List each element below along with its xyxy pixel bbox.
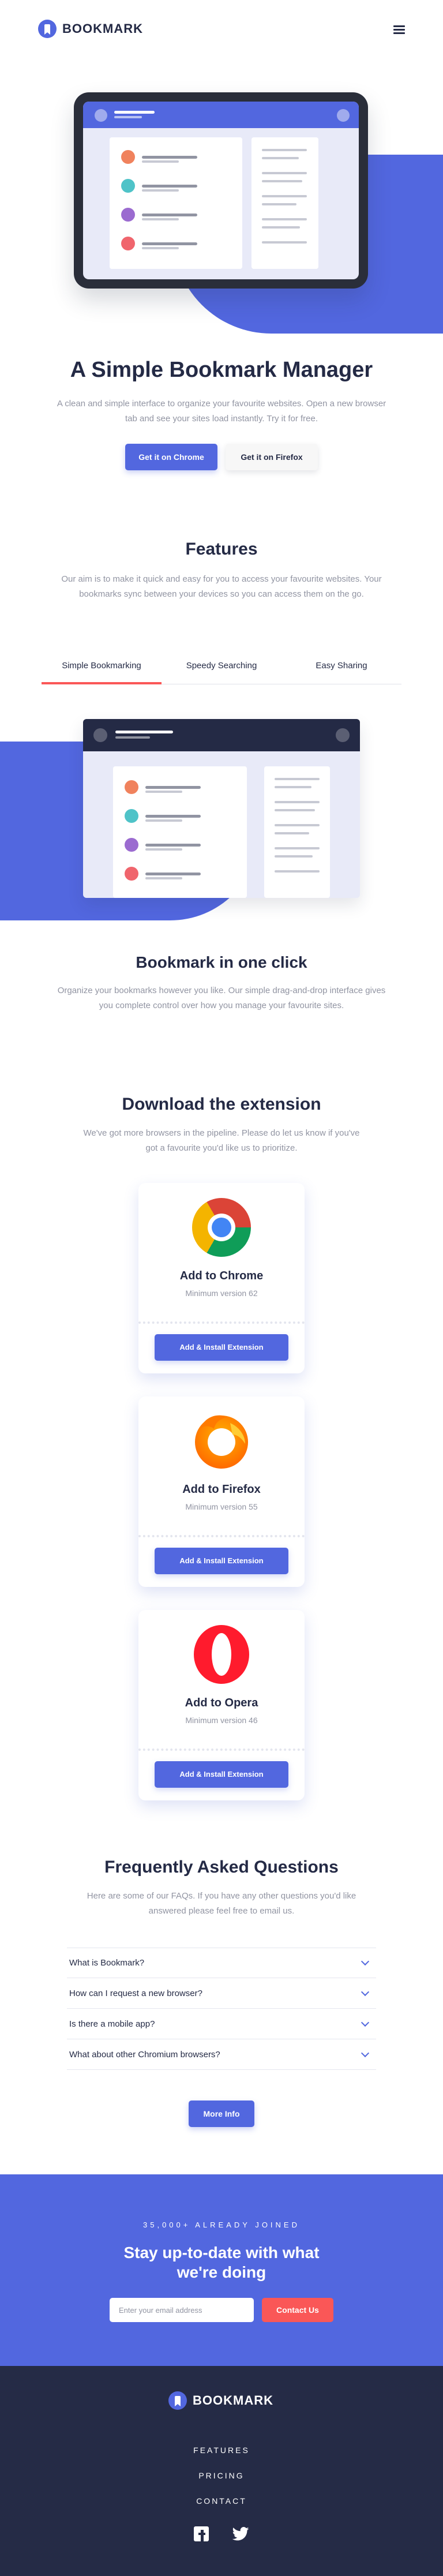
features-subtitle: Our aim is to make it quick and easy for… [61, 574, 382, 599]
bookmark-logo-icon [38, 20, 57, 38]
card-title: Add to Firefox [182, 1483, 261, 1496]
faq-question: How can I request a new browser? [69, 1988, 202, 1998]
contact-us-button[interactable]: Contact Us [262, 2298, 333, 2322]
hero-section: A Simple Bookmark Manager A clean and si… [0, 358, 443, 470]
footer-link-pricing[interactable]: PRICING [0, 2463, 443, 2488]
email-field[interactable] [110, 2298, 254, 2322]
faq-list: What is Bookmark? How can I request a ne… [67, 1948, 376, 2070]
footer-link-features[interactable]: FEATURES [0, 2438, 443, 2463]
faq-item[interactable]: What about other Chromium browsers? [67, 2039, 376, 2070]
get-firefox-button[interactable]: Get it on Firefox [226, 444, 318, 470]
site-footer: BOOKMARK FEATURES PRICING CONTACT [0, 2366, 443, 2576]
contact-form: Contact Us [110, 2298, 333, 2322]
page: BOOKMARK A Simple Bookmark Manager A cle… [0, 0, 443, 2576]
hero-title: A Simple Bookmark Manager [70, 358, 373, 382]
features-tabs: Simple Bookmarking Speedy Searching Easy… [42, 647, 401, 684]
card-version: Minimum version 46 [185, 1716, 258, 1725]
contact-section: 35,000+ ALREADY JOINED Stay up-to-date w… [0, 2174, 443, 2366]
opera-extension-card: Add to Opera Minimum version 46 Add & In… [138, 1610, 305, 1800]
contact-title: Stay up-to-date with what we're doing [123, 2244, 320, 2281]
chevron-down-icon [361, 1957, 370, 1966]
tab-speedy-searching[interactable]: Speedy Searching [162, 647, 281, 684]
chevron-down-icon [361, 2018, 370, 2027]
footer-link-contact[interactable]: CONTACT [0, 2488, 443, 2514]
firefox-icon [195, 1415, 248, 1469]
faq-question: What about other Chromium browsers? [69, 2049, 220, 2060]
hamburger-menu-icon[interactable] [393, 25, 405, 34]
faq-item[interactable]: Is there a mobile app? [67, 2009, 376, 2039]
card-title: Add to Opera [185, 1697, 258, 1709]
footer-brand-name: BOOKMARK [193, 2393, 273, 2407]
faq-item[interactable]: What is Bookmark? [67, 1948, 376, 1978]
hero-subtitle: A clean and simple interface to organize… [57, 399, 386, 424]
features-header: Features Our aim is to make it quick and… [0, 540, 443, 602]
twitter-icon[interactable] [232, 2527, 249, 2541]
download-header: Download the extension We've got more br… [0, 1095, 443, 1156]
header-logo[interactable]: BOOKMARK [38, 20, 143, 38]
card-title: Add to Chrome [179, 1270, 264, 1282]
bookmark-logo-icon [168, 2391, 187, 2410]
faq-header: Frequently Asked Questions Here are some… [0, 1858, 443, 1919]
feature-description: Bookmark in one click Organize your book… [0, 953, 443, 1013]
footer-nav: FEATURES PRICING CONTACT [0, 2438, 443, 2514]
install-chrome-button[interactable]: Add & Install Extension [155, 1334, 288, 1361]
feature-illustration [83, 719, 360, 898]
site-header: BOOKMARK [0, 0, 443, 61]
facebook-icon[interactable] [194, 2526, 209, 2541]
install-opera-button[interactable]: Add & Install Extension [155, 1761, 288, 1788]
social-links [194, 2526, 249, 2541]
faq-item[interactable]: How can I request a new browser? [67, 1978, 376, 2009]
card-version: Minimum version 55 [185, 1502, 258, 1511]
chrome-icon [192, 1198, 251, 1257]
features-title: Features [185, 540, 258, 559]
footer-logo[interactable]: BOOKMARK [168, 2391, 273, 2410]
chrome-extension-card: Add to Chrome Minimum version 62 Add & I… [138, 1183, 305, 1373]
card-version: Minimum version 62 [185, 1289, 258, 1298]
more-info-button[interactable]: More Info [189, 2101, 254, 2127]
faq-subtitle: Here are some of our FAQs. If you have a… [87, 1891, 356, 1916]
chevron-down-icon [361, 1987, 370, 1996]
feature-title: Bookmark in one click [136, 953, 307, 971]
faq-title: Frequently Asked Questions [104, 1858, 339, 1877]
install-firefox-button[interactable]: Add & Install Extension [155, 1548, 288, 1574]
download-title: Download the extension [122, 1095, 321, 1114]
opera-icon [194, 1625, 249, 1684]
faq-question: What is Bookmark? [69, 1958, 145, 1968]
faq-question: Is there a mobile app? [69, 2019, 155, 2029]
hero-tablet-illustration [74, 92, 368, 289]
tab-easy-sharing[interactable]: Easy Sharing [281, 647, 401, 684]
get-chrome-button[interactable]: Get it on Chrome [125, 444, 217, 470]
contact-pretitle: 35,000+ ALREADY JOINED [143, 2221, 300, 2229]
chevron-down-icon [361, 2049, 370, 2057]
tab-simple-bookmarking[interactable]: Simple Bookmarking [42, 647, 162, 684]
download-subtitle: We've got more browsers in the pipeline.… [83, 1128, 360, 1153]
brand-name: BOOKMARK [62, 21, 143, 36]
firefox-extension-card: Add to Firefox Minimum version 55 Add & … [138, 1396, 305, 1587]
feature-text: Organize your bookmarks however you like… [57, 986, 386, 1010]
